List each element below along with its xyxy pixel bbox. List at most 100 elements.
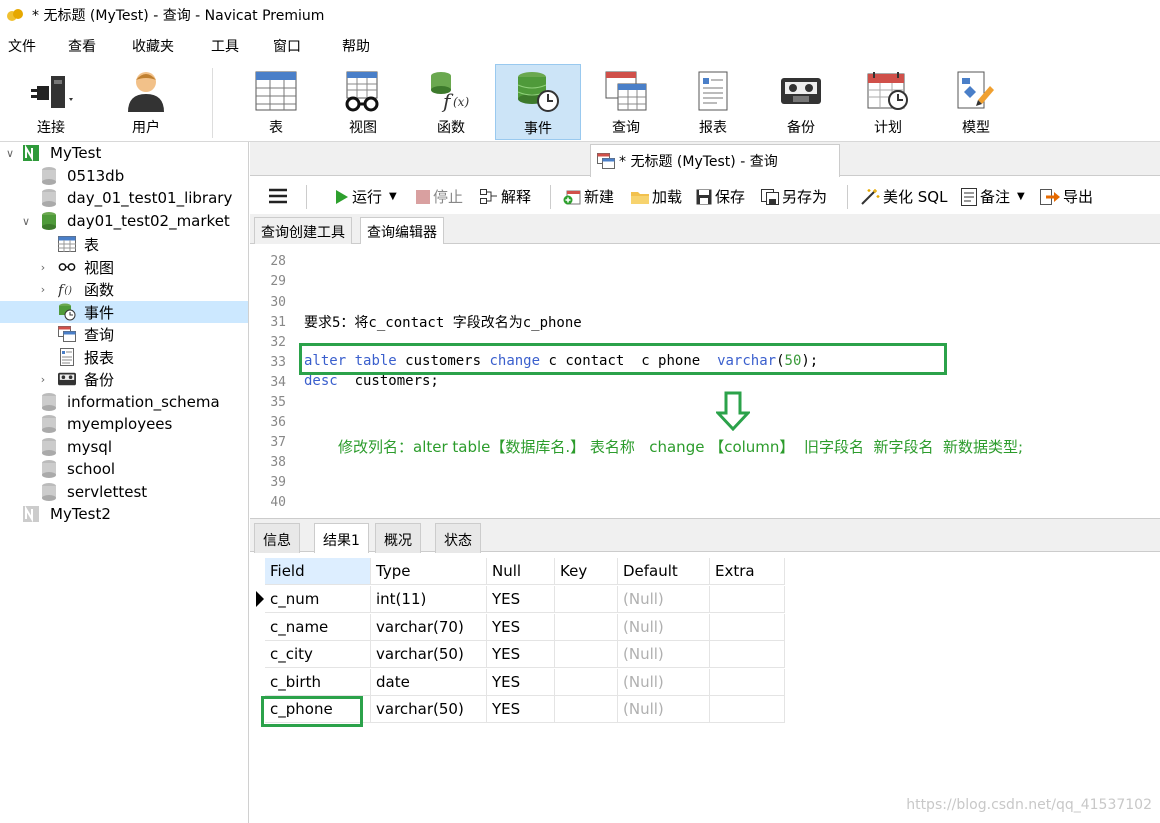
event-icon [58, 303, 76, 321]
document-tab-strip: * 无标题 (MyTest) - 查询 [250, 142, 1160, 177]
plug-icon [31, 76, 73, 108]
tree-database-servlettest[interactable]: servlettest [0, 481, 248, 503]
new-query-button[interactable]: 新建 [563, 186, 614, 207]
menu-favorites[interactable]: 收藏夹 [132, 36, 174, 56]
connect-button[interactable]: 连接 [8, 64, 94, 140]
dropdown-arrow-icon[interactable]: ▼ [389, 191, 397, 202]
line-number: 32 [270, 335, 286, 350]
line-number: 33 [270, 355, 286, 370]
toolbar-label: 模型 [962, 120, 990, 136]
toolbar-label: 报表 [699, 120, 727, 136]
menu-tools[interactable]: 工具 [211, 36, 239, 56]
database-icon [40, 438, 58, 456]
tree-item-tables[interactable]: 表 [0, 233, 248, 255]
tree-item-queries[interactable]: 查询 [0, 323, 248, 345]
tab-query-untitled[interactable]: * 无标题 (MyTest) - 查询 [590, 144, 840, 177]
column-header[interactable]: Default [618, 558, 710, 585]
tree-database-day01-library[interactable]: day_01_test01_library [0, 187, 248, 209]
menu-window[interactable]: 窗口 [273, 36, 301, 56]
tree-item-backups[interactable]: › 备份 [0, 368, 248, 390]
tab-profile[interactable]: 概况 [375, 523, 421, 553]
database-icon [40, 393, 58, 411]
sql-editor[interactable]: 28 29 30 31 32 33 34 35 36 37 38 39 40 要… [250, 245, 1160, 517]
tree-database-0513db[interactable]: 0513db [0, 165, 248, 187]
chevron-right-icon[interactable]: › [37, 283, 49, 296]
save-as-icon [761, 188, 779, 205]
database-icon [40, 483, 58, 501]
line-number: 34 [270, 375, 286, 390]
table-button[interactable]: 表 [233, 64, 319, 140]
result-tabs: 信息 结果1 概况 状态 [250, 518, 1160, 553]
tree-item-reports[interactable]: 报表 [0, 346, 248, 368]
line-number: 35 [270, 395, 286, 410]
column-header[interactable]: Type [371, 558, 487, 585]
tab-result1[interactable]: 结果1 [314, 523, 369, 553]
schedule-button[interactable]: 计划 [845, 64, 931, 140]
watermark: https://blog.csdn.net/qq_41537102 [906, 797, 1152, 813]
menu-bar: 文件 查看 收藏夹 工具 窗口 帮助 [0, 32, 1160, 60]
user-button[interactable]: 用户 [103, 64, 189, 140]
toolbar-label: 用户 [132, 120, 160, 136]
play-icon [336, 189, 348, 204]
beautify-sql-button[interactable]: 美化 SQL [860, 186, 947, 207]
event-button[interactable]: 事件 [495, 64, 581, 140]
query-toolbar: 运行 ▼ 停止 解释 新建 加载 保存 另存为 美化 SQL 备注 ▼ 导出 [250, 177, 1160, 215]
view-button[interactable]: 视图 [320, 64, 406, 140]
tab-info[interactable]: 信息 [254, 523, 300, 553]
tree-connection-mytest[interactable]: ∨ MyTest [0, 142, 248, 164]
chevron-right-icon[interactable]: › [37, 261, 49, 274]
event-icon [517, 72, 559, 112]
chevron-right-icon[interactable]: › [37, 373, 49, 386]
tab-query-builder[interactable]: 查询创建工具 [254, 217, 352, 244]
down-arrow-annotation [716, 391, 750, 431]
save-as-button[interactable]: 另存为 [761, 186, 827, 207]
tree-database-information-schema[interactable]: information_schema [0, 391, 248, 413]
line-number: 28 [270, 254, 286, 269]
menu-file[interactable]: 文件 [8, 36, 36, 56]
function-button[interactable]: f (x) 函数 [408, 64, 494, 140]
line-number: 40 [270, 495, 286, 510]
tree-database-mysql[interactable]: mysql [0, 436, 248, 458]
model-icon [957, 71, 994, 109]
database-icon [40, 167, 58, 185]
annotation-box-c-phone [261, 696, 363, 727]
column-header[interactable]: Extra [710, 558, 785, 585]
glasses-icon [58, 258, 76, 276]
menu-help[interactable]: 帮助 [342, 36, 370, 56]
run-button[interactable]: 运行 ▼ [335, 186, 397, 207]
dropdown-arrow-icon[interactable]: ▼ [1017, 191, 1025, 202]
new-icon [563, 190, 581, 204]
column-header[interactable]: Key [555, 558, 618, 585]
tab-status[interactable]: 状态 [435, 523, 481, 553]
model-button[interactable]: 模型 [933, 64, 1019, 140]
export-button[interactable]: 导出 [1040, 186, 1093, 207]
chevron-down-icon[interactable]: ∨ [20, 215, 32, 228]
backup-icon [58, 370, 76, 388]
chevron-down-icon[interactable]: ∨ [4, 147, 16, 160]
tab-query-editor[interactable]: 查询编辑器 [360, 217, 444, 244]
tree-item-functions[interactable]: › f() 函数 [0, 278, 248, 300]
tree-database-day01-market[interactable]: ∨ day01_test02_market [0, 210, 248, 232]
save-button[interactable]: 保存 [696, 186, 745, 207]
note-button[interactable]: 备注 ▼ [961, 186, 1025, 207]
tree-database-school[interactable]: school [0, 458, 248, 480]
line-number: 36 [270, 415, 286, 430]
title-bar: * 无标题 (MyTest) - 查询 - Navicat Premium [0, 0, 1160, 30]
query-button[interactable]: 查询 [583, 64, 669, 140]
report-button[interactable]: 报表 [670, 64, 756, 140]
tree-database-myemployees[interactable]: myemployees [0, 413, 248, 435]
tree-connection-mytest2[interactable]: MyTest2 [0, 503, 248, 525]
column-header[interactable]: Null [487, 558, 555, 585]
column-header[interactable]: Field [265, 558, 371, 585]
stop-button[interactable]: 停止 [416, 186, 463, 207]
stop-icon [416, 189, 430, 204]
backup-button[interactable]: 备份 [758, 64, 844, 140]
explain-button[interactable]: 解释 [480, 186, 531, 207]
database-open-icon [40, 212, 58, 230]
menu-view[interactable]: 查看 [68, 36, 96, 56]
hamburger-menu-icon[interactable] [269, 188, 287, 204]
tree-item-views[interactable]: › 视图 [0, 256, 248, 278]
user-icon [128, 72, 164, 112]
tree-item-events[interactable]: 事件 [0, 301, 248, 323]
load-button[interactable]: 加载 [631, 186, 682, 207]
